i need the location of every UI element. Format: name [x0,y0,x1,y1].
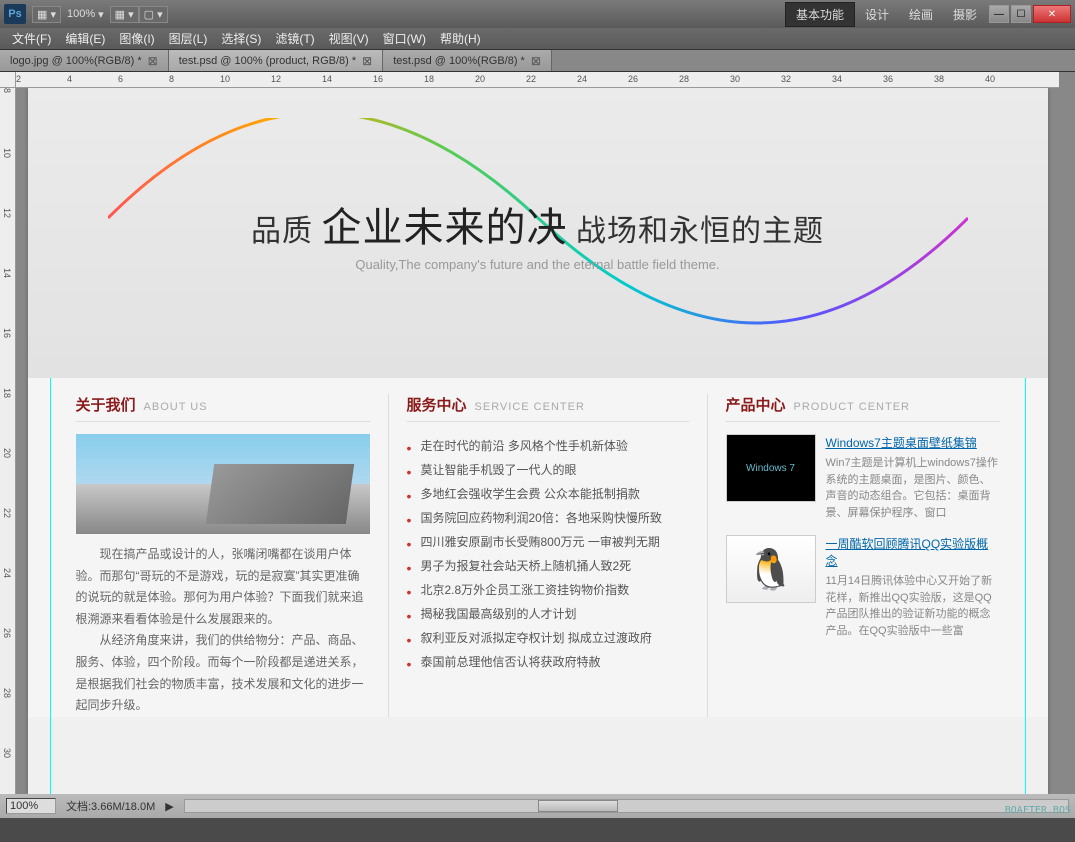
app-logo: Ps [4,4,26,24]
product-item: 🐧 一周酷软回顾腾讯QQ实验版概念 11月14日腾讯体验中心又开始了新花样，新推出Q… [726,535,1000,639]
ruler-vertical[interactable]: 81012141618202224262830 [0,88,16,794]
canvas-viewport[interactable]: 品质 企业未来的决 战场和永恒的主题 Quality,The company's… [16,88,1059,794]
close-icon[interactable]: ⊠ [362,54,372,68]
workspace-tab-essentials[interactable]: 基本功能 [785,2,855,27]
service-list: 走在时代的前沿 多风格个性手机新体验莫让智能手机毁了一代人的眼多地红会强收学生会… [407,434,689,674]
workspace-tab-photography[interactable]: 摄影 [943,3,987,26]
menu-help[interactable]: 帮助(H) [434,28,487,49]
close-icon[interactable]: ⊠ [148,54,158,68]
menubar: 文件(F) 编辑(E) 图像(I) 图层(L) 选择(S) 滤镜(T) 视图(V… [0,28,1075,50]
hero-subtitle: Quality,The company's future and the ete… [355,257,719,272]
scrollbar-thumb[interactable] [538,800,618,812]
screen-mode-dropdown[interactable]: ▢ ▾ [139,6,168,23]
doctab-test-product[interactable]: test.psd @ 100% (product, RGB/8) *⊠ [169,50,384,71]
service-item[interactable]: 北京2.8万外企员工涨工资挂钩物价指数 [407,578,689,602]
service-item[interactable]: 国务院回应药物利润20倍：各地采购快慢所致 [407,506,689,530]
service-item[interactable]: 男子为报复社会站天桥上随机捅人致2死 [407,554,689,578]
minimize-button[interactable]: — [989,5,1009,23]
titlebar: Ps ▦ ▾ 100% ▾ ▦ ▾ ▢ ▾ 基本功能 设计 绘画 摄影 — ☐ … [0,0,1075,28]
doc-size: 文档:3.66M/18.0M [66,798,155,814]
service-item[interactable]: 揭秘我国最高级别的人才计划 [407,602,689,626]
statusbar: 100% 文档:3.66M/18.0M ▶ BOAFTER.BOS [0,794,1075,818]
about-para-2: 从经济角度来讲，我们的供给物分：产品、商品、服务、体验，四个阶段。而每个一阶段都… [76,630,370,716]
canvas[interactable]: 品质 企业未来的决 战场和永恒的主题 Quality,The company's… [28,88,1048,794]
hero-title: 品质 企业未来的决 战场和永恒的主题 [251,195,824,253]
maximize-button[interactable]: ☐ [1011,5,1031,23]
service-item[interactable]: 走在时代的前沿 多风格个性手机新体验 [407,434,689,458]
product-item: Windows 7 Windows7主题桌面壁纸集锦 Win7主题是计算机上wind… [726,434,1000,521]
service-item[interactable]: 叙利亚反对派拟定夺权计划 拟成立过渡政府 [407,626,689,650]
menu-view[interactable]: 视图(V) [323,28,375,49]
zoom-field[interactable]: 100% [6,798,56,814]
menu-select[interactable]: 选择(S) [215,28,267,49]
service-header: 服务中心SERVICE CENTER [407,394,689,422]
workspace-tab-design[interactable]: 设计 [855,3,899,26]
close-button[interactable]: ✕ [1033,5,1071,23]
menu-window[interactable]: 窗口(W) [377,28,432,49]
product-thumb: Windows 7 [726,434,816,502]
content-columns: 关于我们ABOUT US 现在搞产品或设计的人，张嘴闭嘴都在谈用户体验。而那句“… [28,378,1048,717]
menu-image[interactable]: 图像(I) [113,28,160,49]
document-tabs: logo.jpg @ 100%(RGB/8) *⊠ test.psd @ 100… [0,50,1075,72]
menu-filter[interactable]: 滤镜(T) [269,28,320,49]
product-thumb: 🐧 [726,535,816,603]
arrange-dropdown[interactable]: ▦ ▾ [110,6,139,23]
service-item[interactable]: 莫让智能手机毁了一代人的眼 [407,458,689,482]
menu-edit[interactable]: 编辑(E) [59,28,111,49]
product-column: 产品中心PRODUCT CENTER Windows 7 Windows7主题桌面… [708,394,1018,717]
about-header: 关于我们ABOUT US [76,394,370,422]
product-desc: 11月14日腾讯体验中心又开始了新花样，新推出QQ实验版，这是QQ产品团队推出的… [826,573,1000,639]
service-column: 服务中心SERVICE CENTER 走在时代的前沿 多风格个性手机新体验莫让智… [388,394,708,717]
hero-banner: 品质 企业未来的决 战场和永恒的主题 Quality,The company's… [28,88,1048,378]
workarea: 246810121416182022242628303234363840 810… [0,72,1075,818]
workspace-tab-painting[interactable]: 绘画 [899,3,943,26]
product-header: 产品中心PRODUCT CENTER [726,394,1000,422]
zoom-dropdown[interactable]: 100% ▾ [61,6,110,23]
service-item[interactable]: 多地红会强收学生会费 公众本能抵制捐款 [407,482,689,506]
ruler-origin[interactable] [0,72,16,88]
ruler-horizontal[interactable]: 246810121416182022242628303234363840 [16,72,1059,88]
menu-layer[interactable]: 图层(L) [163,28,214,49]
about-image [76,434,370,534]
service-item[interactable]: 泰国前总理他信否认将获政府特赦 [407,650,689,674]
service-item[interactable]: 四川雅安原副市长受贿800万元 一审被判无期 [407,530,689,554]
product-title[interactable]: Windows7主题桌面壁纸集锦 [826,434,1000,451]
doctab-test[interactable]: test.psd @ 100%(RGB/8) *⊠ [383,50,552,71]
menu-file[interactable]: 文件(F) [6,28,57,49]
watermark: BOAFTER.BOS [1005,805,1071,816]
tool-preset-dropdown[interactable]: ▦ ▾ [32,6,61,23]
close-icon[interactable]: ⊠ [531,54,541,68]
horizontal-scrollbar[interactable] [184,799,1069,813]
statusbar-arrow-icon[interactable]: ▶ [165,800,173,813]
product-desc: Win7主题是计算机上windows7操作系统的主题桌面，是图片、颜色、声音的动… [826,455,1000,521]
about-column: 关于我们ABOUT US 现在搞产品或设计的人，张嘴闭嘴都在谈用户体验。而那句“… [58,394,388,717]
product-title[interactable]: 一周酷软回顾腾讯QQ实验版概念 [826,535,1000,569]
about-para-1: 现在搞产品或设计的人，张嘴闭嘴都在谈用户体验。而那句“哥玩的不是游戏，玩的是寂寞… [76,544,370,630]
doctab-logo[interactable]: logo.jpg @ 100%(RGB/8) *⊠ [0,50,169,71]
